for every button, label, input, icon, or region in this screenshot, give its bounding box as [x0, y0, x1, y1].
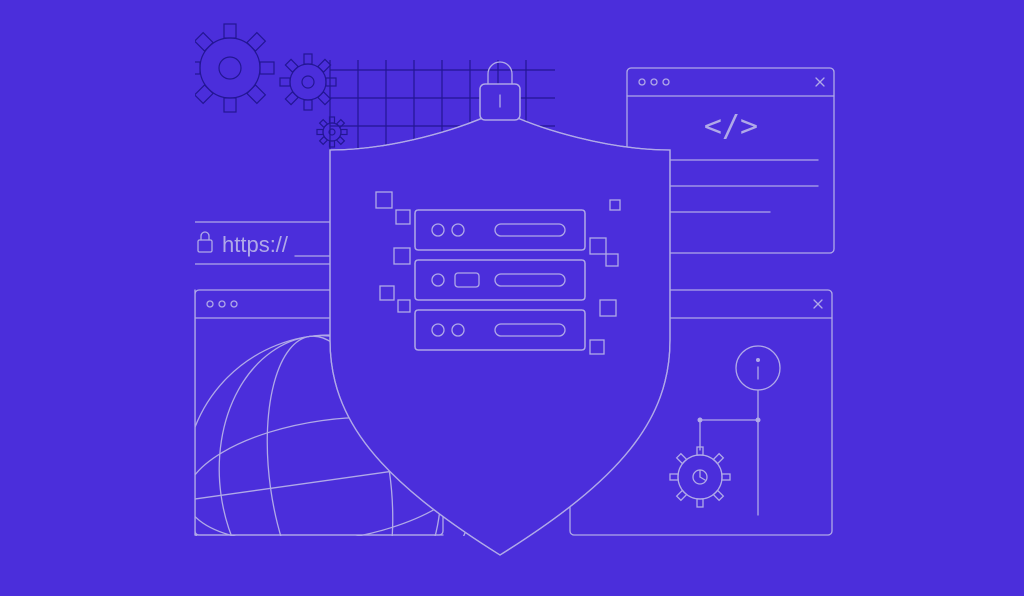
server-stack [415, 210, 585, 350]
code-symbol: </> [704, 109, 758, 144]
security-illustration: https:// [0, 0, 1024, 596]
protocol-text: https:// [222, 232, 289, 257]
